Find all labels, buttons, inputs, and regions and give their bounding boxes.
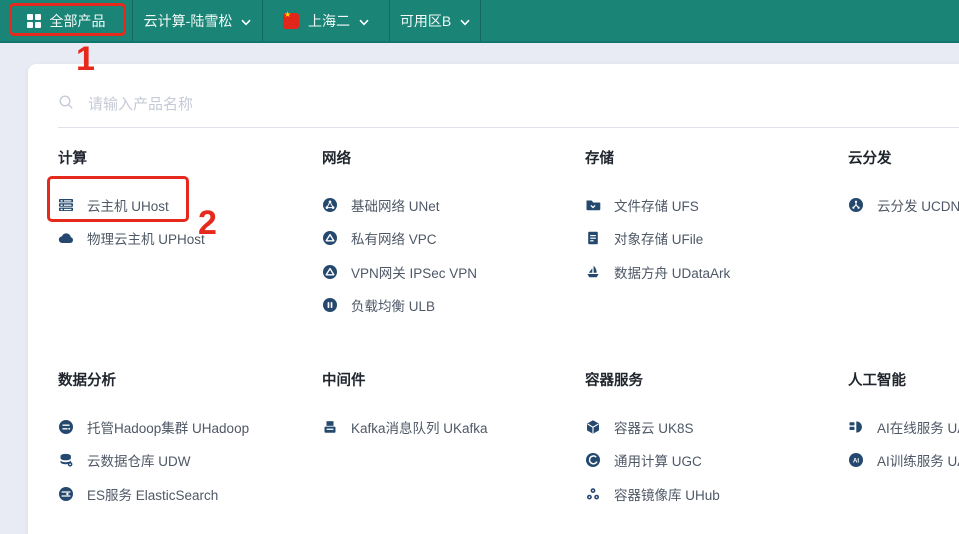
product-item-uhost[interactable]: 云主机 UHost [58,188,308,222]
nav-region-label: 上海二 [308,11,350,31]
product-item-label: 文件存储 UFS [614,195,699,215]
svg-text:AI: AI [853,458,859,465]
product-item-ufile[interactable]: 对象存储 UFile [585,222,835,256]
nav-all-products[interactable]: 全部产品 [0,0,133,41]
top-navigation-bar: 全部产品 云计算-陆雪松 ★ 上海二 可用区B [0,0,959,43]
nav-region-dropdown[interactable]: ★ 上海二 [263,0,390,41]
nav-zone-label: 可用区B [400,11,451,31]
ai-online-icon [848,419,864,435]
section-network: 网络 基础网络 UNet 私有网络 VPC [322,150,572,322]
product-item-udataark[interactable]: 数据方舟 UDataArk [585,255,835,289]
product-item-label: AI在线服务 UAI [877,417,959,437]
product-item-label: 托管Hadoop集群 UHadoop [87,417,249,437]
database-icon [58,452,74,468]
product-item-uk8s[interactable]: 容器云 UK8S [585,410,835,444]
product-item-label: AI训练服务 UAI [877,450,959,470]
section-title: 云分发 [848,150,959,168]
product-item-label: 云分发 UCDN [877,195,959,215]
product-item-label: 数据方舟 UDataArk [614,262,730,282]
hadoop-icon [58,419,74,435]
product-item-uhub[interactable]: 容器镜像库 UHub [585,477,835,511]
product-item-label: 基础网络 UNet [351,195,440,215]
product-item-label: 容器云 UK8S [614,417,694,437]
section-data-analysis: 数据分析 托管Hadoop集群 UHadoop 云数据仓库 UDW [58,372,308,511]
product-item-label: 负载均衡 ULB [351,295,435,315]
vpn-icon [322,264,338,280]
product-item-label: 云主机 UHost [87,195,169,215]
product-item-label: 物理云主机 UPHost [87,228,205,248]
section-middleware: 中间件 Kafka消息队列 UKafka [322,372,572,444]
search-icon [58,94,75,116]
product-item-uhadoop[interactable]: 托管Hadoop集群 UHadoop [58,410,308,444]
nav-account-label: 云计算-陆雪松 [144,11,233,31]
product-item-uai-inference[interactable]: AI在线服务 UAI [848,410,959,444]
nav-zone-dropdown[interactable]: 可用区B [390,0,481,41]
section-title: 计算 [58,150,308,168]
document-icon [585,230,601,246]
product-item-ulb[interactable]: 负载均衡 ULB [322,289,572,323]
product-item-udw[interactable]: 云数据仓库 UDW [58,444,308,478]
section-ai: 人工智能 AI在线服务 UAI AI AI训练服务 UAI [848,372,959,477]
chevron-down-icon [359,13,369,29]
hexagon-icon [585,419,601,435]
product-item-label: ES服务 ElasticSearch [87,484,218,504]
product-item-unet[interactable]: 基础网络 UNet [322,188,572,222]
boat-icon [585,264,601,280]
vpc-icon [322,230,338,246]
product-item-ucdn[interactable]: 云分发 UCDN [848,188,959,222]
folder-icon [585,197,601,213]
nav-account-dropdown[interactable]: 云计算-陆雪松 [133,0,263,41]
product-item-ugc[interactable]: 通用计算 UGC [585,444,835,478]
section-title: 网络 [322,150,572,168]
section-title: 中间件 [322,372,572,390]
section-title: 存储 [585,150,835,168]
section-title: 人工智能 [848,372,959,390]
product-item-label: Kafka消息队列 UKafka [351,417,488,437]
section-storage: 存储 文件存储 UFS 对象存储 UFile [585,150,835,289]
chevron-down-icon [460,13,470,29]
all-products-panel: 计算 云主机 UHost 物理云主机 UPHost 网络 [28,64,959,534]
product-item-ipsec-vpn[interactable]: VPN网关 IPSec VPN [322,255,572,289]
product-item-label: 对象存储 UFile [614,228,703,248]
product-search-input[interactable] [88,96,959,113]
cdn-icon [848,197,864,213]
product-item-ufs[interactable]: 文件存储 UFS [585,188,835,222]
elastic-icon [58,486,74,502]
cloud-icon [58,230,74,246]
section-cdn: 云分发 云分发 UCDN [848,150,959,222]
section-compute: 计算 云主机 UHost 物理云主机 UPHost [58,150,308,255]
product-item-label: 容器镜像库 UHub [614,484,720,504]
china-flag-icon: ★ [283,13,299,29]
product-search-row [58,82,959,128]
ai-train-icon: AI [848,452,864,468]
product-item-label: 通用计算 UGC [614,450,702,470]
grid-icon [27,14,41,28]
tray-icon [322,419,338,435]
chevron-down-icon [241,13,251,29]
server-icon [58,197,74,213]
product-item-elasticsearch[interactable]: ES服务 ElasticSearch [58,477,308,511]
product-item-ukafka[interactable]: Kafka消息队列 UKafka [322,410,572,444]
network-icon [322,197,338,213]
compute-icon [585,452,601,468]
product-item-uphost[interactable]: 物理云主机 UPHost [58,222,308,256]
product-item-label: VPN网关 IPSec VPN [351,262,477,282]
section-title: 容器服务 [585,372,835,390]
cluster-icon [585,486,601,502]
nav-all-products-label: 全部产品 [50,11,106,31]
balancer-icon [322,297,338,313]
product-item-vpc[interactable]: 私有网络 VPC [322,222,572,256]
section-title: 数据分析 [58,372,308,390]
product-item-label: 云数据仓库 UDW [87,450,191,470]
product-item-uai-train[interactable]: AI AI训练服务 UAI [848,444,959,478]
section-container: 容器服务 容器云 UK8S 通用计算 UGC [585,372,835,511]
product-item-label: 私有网络 VPC [351,228,437,248]
console-screen: 全部产品 云计算-陆雪松 ★ 上海二 可用区B [0,0,959,534]
